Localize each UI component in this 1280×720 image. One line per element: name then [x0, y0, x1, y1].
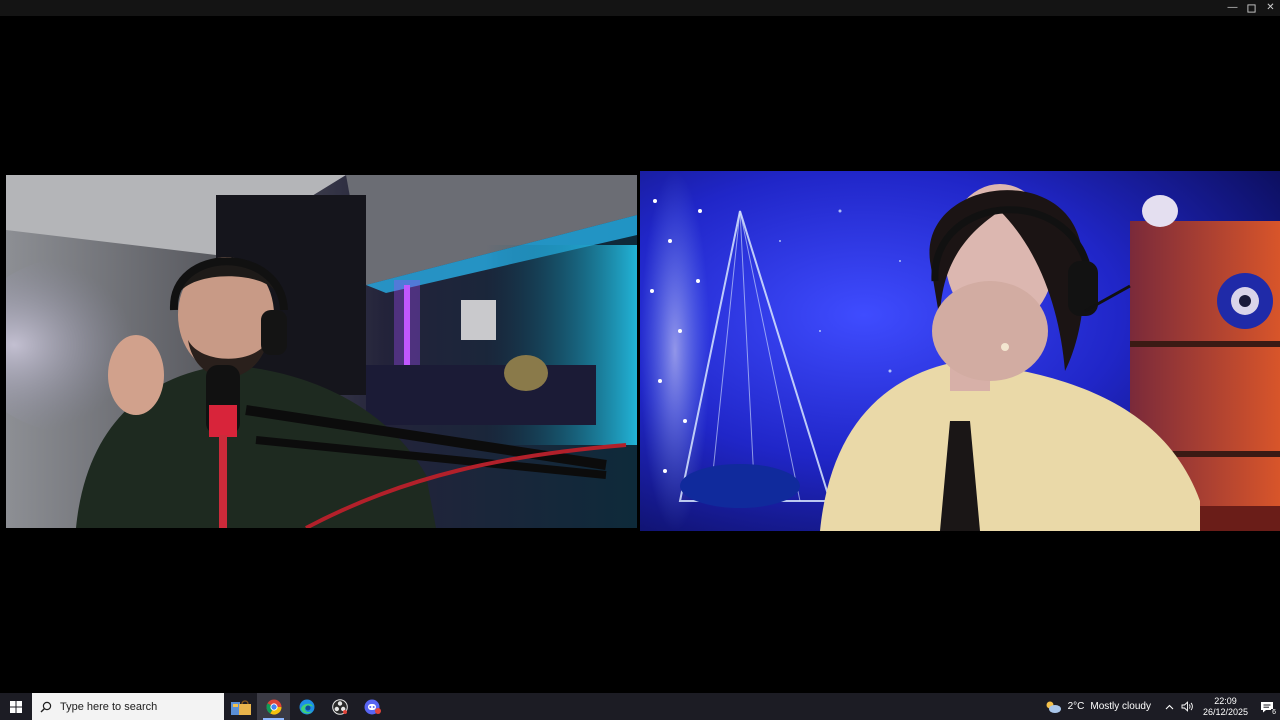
notification-count-badge: 6: [1271, 709, 1277, 717]
start-button[interactable]: [0, 693, 32, 720]
search-icon: [40, 701, 52, 712]
taskbar-app-edge[interactable]: [290, 693, 323, 720]
video-tile-left[interactable]: [6, 175, 637, 528]
shopping-bags-icon: [230, 699, 251, 715]
taskbar-app-chrome[interactable]: [257, 693, 290, 720]
taskbar: Type here to search 2°C Mostly cloudy 22…: [0, 693, 1280, 720]
taskbar-app-discord[interactable]: [356, 693, 389, 720]
system-tray: 2°C Mostly cloudy 22:09 26/12/2025 6: [1038, 693, 1280, 720]
taskbar-search-box[interactable]: Type here to search: [32, 693, 224, 720]
speaker-icon: [1182, 701, 1194, 712]
maximize-button[interactable]: [1242, 0, 1261, 16]
clock[interactable]: 22:09 26/12/2025: [1197, 696, 1254, 718]
minimize-button[interactable]: —: [1223, 0, 1242, 16]
weather-widget[interactable]: 2°C Mostly cloudy: [1038, 700, 1161, 714]
clock-date: 26/12/2025: [1202, 706, 1248, 717]
taskbar-app-news[interactable]: [224, 693, 257, 720]
clock-time: 22:09: [1214, 695, 1237, 706]
volume-button[interactable]: [1179, 693, 1197, 720]
right-camera-feed: [640, 171, 1280, 531]
left-camera-feed: [6, 175, 637, 528]
video-tile-right[interactable]: [640, 171, 1280, 531]
taskbar-app-obs[interactable]: [323, 693, 356, 720]
edge-icon: [299, 699, 314, 714]
cloudy-weather-icon: [1046, 701, 1061, 713]
notifications-button[interactable]: 6: [1254, 693, 1280, 720]
window-title-bar: — ✕: [0, 0, 1280, 16]
chrome-icon: [265, 699, 281, 715]
maximize-icon: [1247, 3, 1256, 13]
close-button[interactable]: ✕: [1261, 0, 1280, 16]
weather-temperature: 2°C: [1067, 701, 1085, 712]
discord-icon: [364, 699, 381, 714]
weather-condition: Mostly cloudy: [1090, 701, 1151, 712]
obs-icon: [331, 698, 348, 715]
windows-logo-icon: [10, 700, 22, 713]
chevron-up-icon: [1166, 704, 1174, 709]
search-placeholder: Type here to search: [60, 700, 158, 713]
show-hidden-icons-button[interactable]: [1161, 693, 1179, 720]
